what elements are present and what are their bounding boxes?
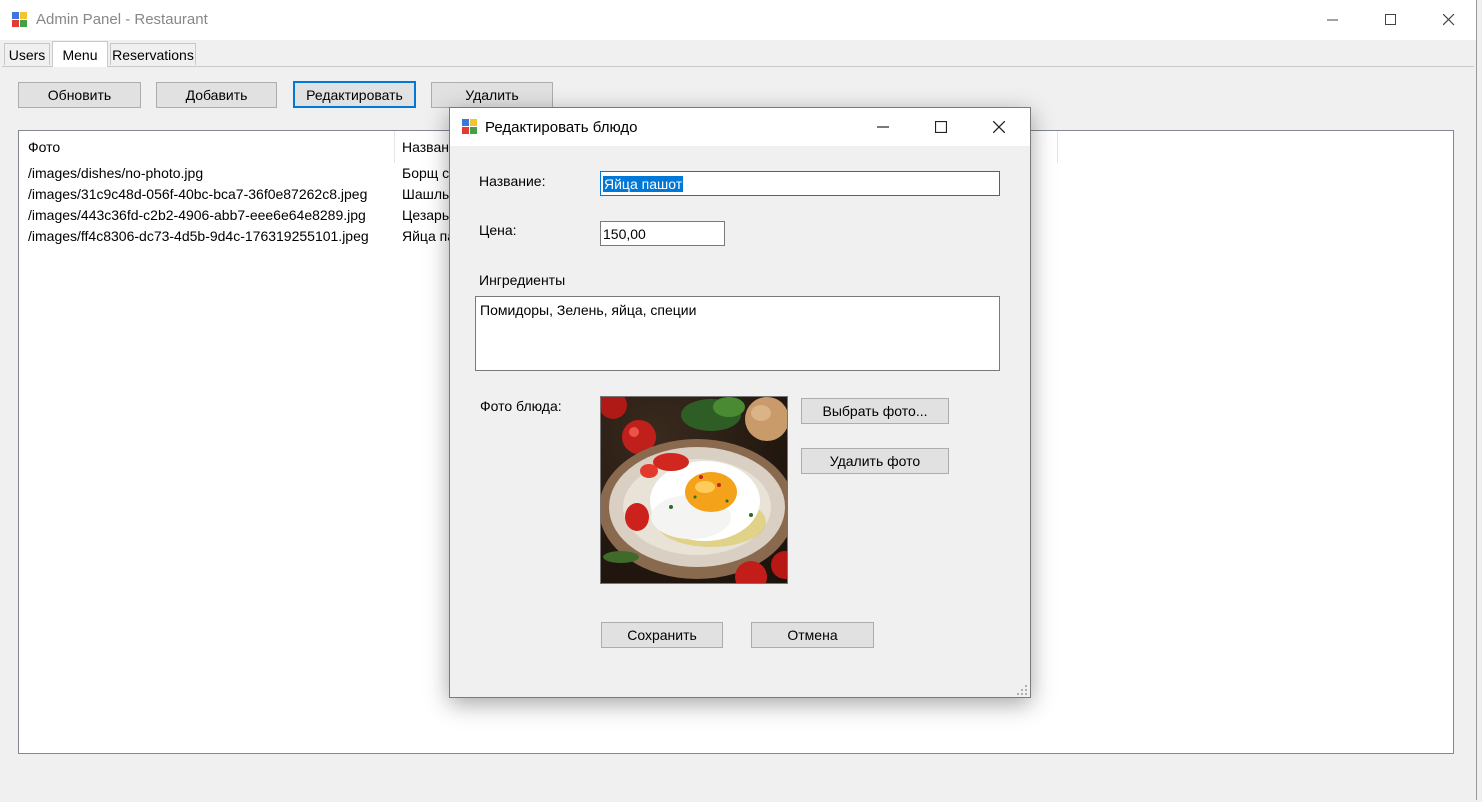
tab-users[interactable]: Users	[4, 43, 50, 65]
dialog-title: Редактировать блюдо	[485, 119, 638, 136]
app-icon	[12, 12, 28, 28]
minimize-icon	[877, 126, 889, 128]
cell-photo-path[interactable]: /images/31c9c48d-056f-40bc-bca7-36f0e872…	[28, 186, 388, 202]
ingredients-textarea[interactable]: Помидоры, Зелень, яйца, специи	[475, 296, 1000, 371]
name-label: Название:	[479, 173, 546, 189]
price-label: Цена:	[479, 222, 517, 238]
tab-menu[interactable]: Menu	[52, 41, 108, 67]
column-header-photo[interactable]: Фото	[28, 139, 60, 155]
cancel-button[interactable]: Отмена	[751, 622, 874, 648]
price-input[interactable]: 150,00	[600, 221, 725, 246]
price-input-value: 150,00	[603, 226, 646, 242]
photo-label: Фото блюда:	[480, 398, 562, 414]
minimize-icon	[1327, 19, 1338, 21]
app-icon	[462, 119, 478, 135]
maximize-icon	[935, 121, 947, 133]
refresh-button[interactable]: Обновить	[18, 82, 141, 108]
window-title: Admin Panel - Restaurant	[36, 11, 208, 28]
add-button[interactable]: Добавить	[156, 82, 277, 108]
poached-egg-dish-photo-icon	[601, 397, 787, 583]
delete-photo-button[interactable]: Удалить фото	[801, 448, 949, 474]
column-separator[interactable]	[1057, 131, 1058, 163]
choose-photo-button[interactable]: Выбрать фото...	[801, 398, 949, 424]
minimize-button[interactable]	[1310, 0, 1356, 40]
close-icon	[993, 121, 1005, 133]
resize-grip-icon[interactable]	[1016, 684, 1028, 696]
cell-dish-name[interactable]: Яйца па	[402, 228, 452, 244]
close-button[interactable]	[1426, 0, 1472, 40]
maximize-icon	[1385, 14, 1396, 25]
dialog-minimize-button[interactable]	[854, 108, 912, 146]
main-titlebar[interactable]: Admin Panel - Restaurant	[0, 0, 1476, 40]
cell-photo-path[interactable]: /images/443c36fd-c2b2-4906-abb7-eee6e64e…	[28, 207, 388, 223]
cell-dish-name[interactable]: Цезарь	[402, 207, 452, 223]
delete-button[interactable]: Удалить	[431, 82, 553, 108]
dish-photo	[600, 396, 788, 584]
dialog-titlebar[interactable]: Редактировать блюдо	[450, 108, 1030, 146]
ingredients-label: Ингредиенты	[479, 272, 566, 288]
column-separator[interactable]	[394, 131, 395, 163]
dialog-maximize-button[interactable]	[912, 108, 970, 146]
cell-photo-path[interactable]: /images/ff4c8306-dc73-4d5b-9d4c-17631925…	[28, 228, 388, 244]
save-button[interactable]: Сохранить	[601, 622, 723, 648]
name-input[interactable]: Яйца пашот	[600, 171, 1000, 196]
cell-dish-name[interactable]: Шашлы	[402, 186, 452, 202]
ingredients-value: Помидоры, Зелень, яйца, специи	[480, 302, 697, 318]
dialog-close-button[interactable]	[970, 108, 1028, 146]
maximize-button[interactable]	[1368, 0, 1414, 40]
tab-reservations[interactable]: Reservations	[110, 43, 196, 65]
edit-button[interactable]: Редактировать	[293, 81, 416, 108]
cell-photo-path[interactable]: /images/dishes/no-photo.jpg	[28, 165, 388, 181]
close-icon	[1443, 14, 1455, 26]
column-header-name[interactable]: Названи	[402, 139, 452, 155]
cell-dish-name[interactable]: Борщ с	[402, 165, 452, 181]
edit-dish-dialog[interactable]: Редактировать блюдо Название: Яйца пашот…	[449, 107, 1031, 698]
name-input-value: Яйца пашот	[603, 176, 684, 192]
